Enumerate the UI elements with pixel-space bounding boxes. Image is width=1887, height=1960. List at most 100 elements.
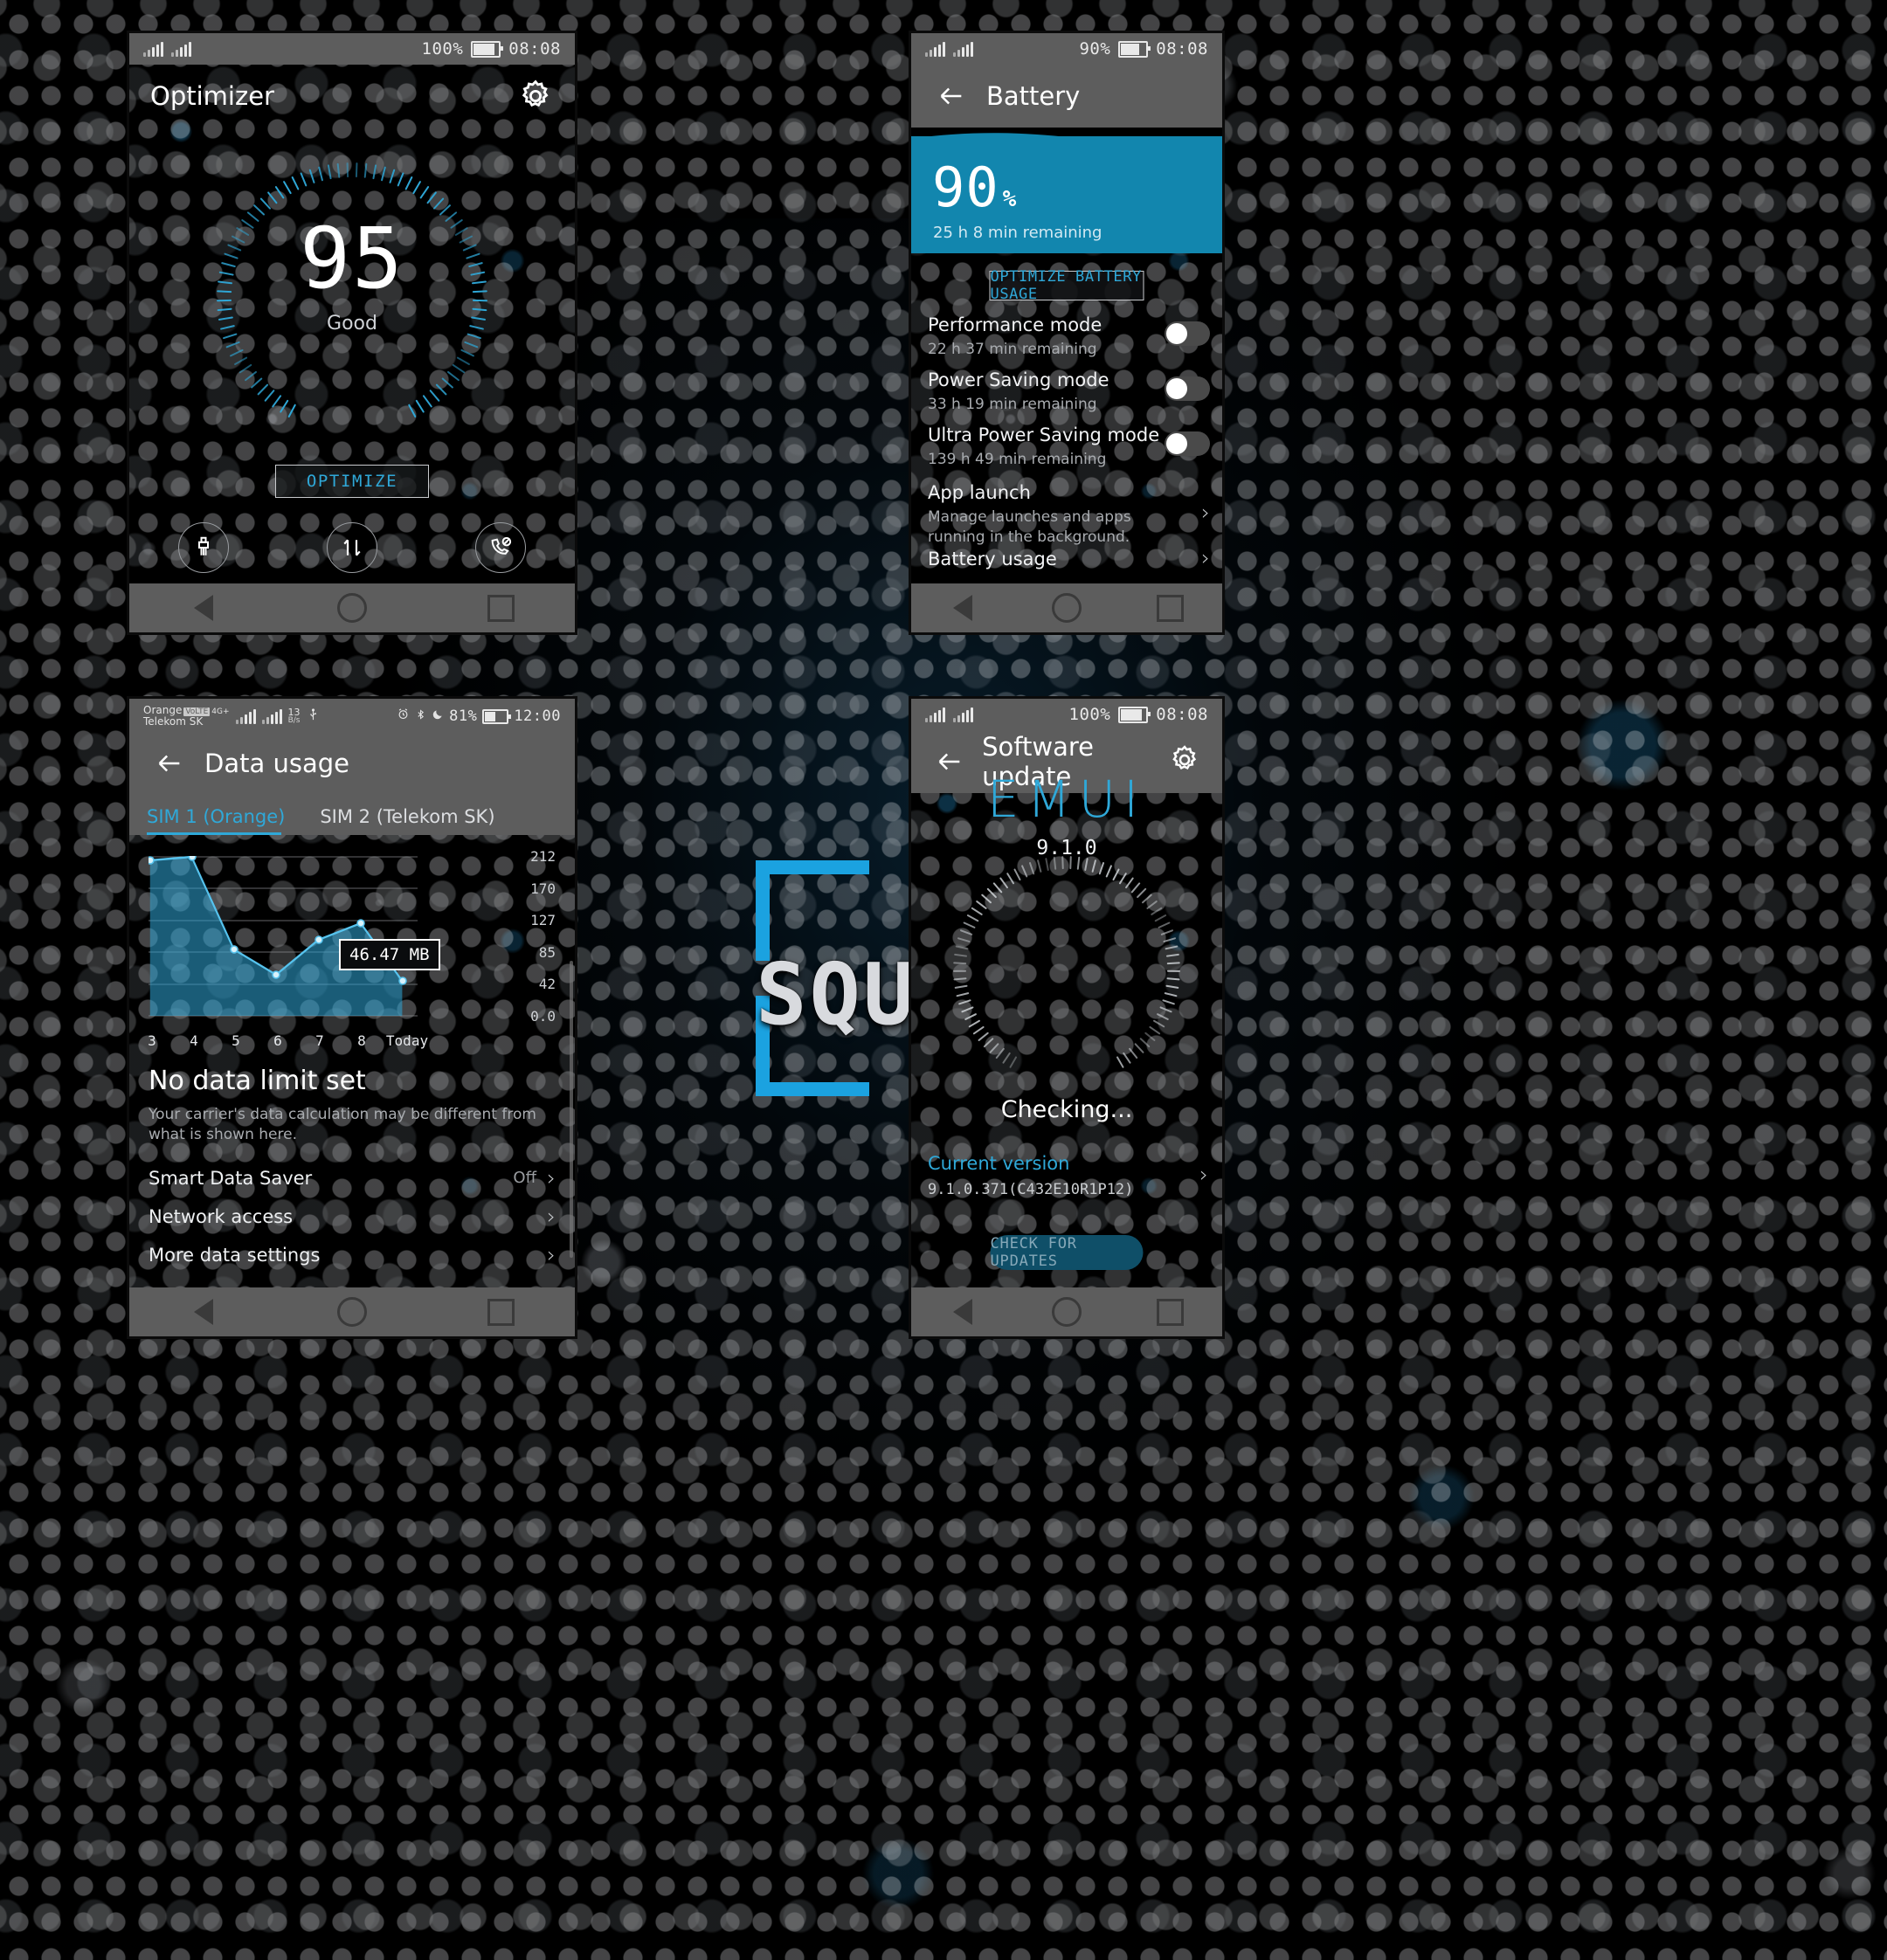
tab-sim-1[interactable]: SIM 1 (Orange) [147,806,301,835]
current-version-value: 9.1.0.371(C432E10R1P12) [928,1181,1134,1198]
row-value: Off [513,1169,536,1187]
home-circle-icon[interactable] [337,1297,367,1327]
navigation-bar [911,583,1222,632]
status-battery-percent: 90% [1079,39,1111,59]
status-clock: 08:08 [508,39,561,59]
no-data-limit-subtext: Your carrier's data calculation may be d… [149,1106,536,1143]
battery-percent-readout: 90% [932,161,1016,215]
recents-square-icon[interactable] [486,1297,515,1327]
chevron-right-icon: › [547,1242,556,1267]
status-clock: 08:08 [1156,705,1208,724]
mode-desc: 33 h 19 min remaining [928,396,1097,413]
vertical-scrollbar[interactable] [570,961,573,1258]
data-transfer-icon [327,522,377,573]
emui-version: 9.1.0 [1036,837,1097,859]
x-tick-4: 7 [315,1032,324,1049]
check-for-updates-button[interactable]: CHECK FOR UPDATES [990,1235,1144,1270]
recents-square-icon[interactable] [1156,593,1185,623]
row-title: More data settings [149,1244,321,1266]
chevron-right-icon: › [547,1165,556,1190]
signal-icon [925,707,945,722]
no-data-limit-headline: No data limit set [149,1066,366,1096]
battery-remaining: 25 h 8 min remaining [933,224,1102,242]
optimizer-body: 95 Good OPTIMIZE Cleanup [129,128,575,604]
no-data-limit-block: No data limit set Your carrier's data ca… [149,1066,556,1145]
battery-app-bar: Battery [911,65,1222,128]
back-triangle-icon[interactable] [948,593,978,623]
status-bar: 100% 08:08 [911,699,1222,730]
signal-icon-2 [953,41,973,57]
data-usage-app-bar: Data usage [129,734,575,793]
row-title: Network access [149,1205,294,1227]
navigation-bar [129,583,575,632]
optimize-battery-usage-button[interactable]: OPTIMIZE BATTERY USAGE [989,268,1144,303]
data-usage-screen: Orange VoLTE 4G+ Telekom SK 13 B/s 81% 1… [129,699,575,1336]
row-app-launch[interactable]: App launch Manage launches and apps runn… [928,482,1210,548]
home-circle-icon[interactable] [337,593,367,623]
row-title: App launch [928,482,1031,503]
battery-mode-power-saving[interactable]: Power Saving mode 33 h 19 min remaining [928,369,1210,415]
power-saving-mode-toggle[interactable] [1165,376,1210,401]
battery-screen: 90% 08:08 Battery 90% 25 h 8 min remaini… [911,33,1222,632]
status-bar: Orange VoLTE 4G+ Telekom SK 13 B/s 81% 1… [129,699,575,734]
row-desc: Manage launches and apps running in the … [928,508,1131,546]
bluetooth-icon [415,707,426,726]
optimizer-score-dial: 95 Good [217,162,487,433]
status-bar: 90% 08:08 [911,33,1222,65]
row-more-data-settings[interactable]: More data settings › [149,1244,556,1266]
emui-logo: EMUI [986,770,1147,829]
carrier-1-name: Orange [143,703,183,716]
recents-square-icon[interactable] [486,593,515,623]
mode-desc: 139 h 49 min remaining [928,451,1107,468]
page-title: Battery [986,81,1081,111]
gear-icon[interactable] [517,78,554,114]
battery-icon [1118,40,1151,58]
back-triangle-icon[interactable] [189,1297,218,1327]
ultra-power-saving-mode-toggle[interactable] [1165,431,1210,456]
navigation-bar [911,1287,1222,1336]
back-triangle-icon[interactable] [189,593,218,623]
phone-blocked-icon [475,522,526,573]
x-tick-6: Today [385,1032,429,1049]
chevron-right-icon: › [1201,500,1210,525]
row-network-access[interactable]: Network access › [149,1205,556,1227]
update-progress-dial [952,856,1181,1083]
battery-level-unit: % [1002,186,1017,212]
data-rate-indicator: 13 B/s [288,707,301,725]
row-title: Smart Data Saver [149,1167,313,1189]
chevron-right-icon: › [1201,545,1210,570]
battery-mode-performance[interactable]: Performance mode 22 h 37 min remaining [928,314,1210,360]
emui-branding: EMUI 9.1.0 [911,774,1222,859]
back-arrow-icon[interactable] [932,77,971,115]
chevron-right-icon: › [547,1204,556,1229]
battery-mode-ultra-power-saving[interactable]: Ultra Power Saving mode 139 h 49 min rem… [928,424,1210,470]
battery-level-hero: 90% 25 h 8 min remaining [911,128,1222,253]
moon-icon [432,707,444,725]
data-rate-unit: B/s [287,716,301,725]
data-usage-chart: 212 170 127 85 42 0.0 3 4 5 6 7 8 Today … [148,848,556,1049]
tab-sim-2[interactable]: SIM 2 (Telekom SK) [320,806,510,835]
score-readout: 95 Good [217,217,487,335]
current-version-row[interactable]: Current version 9.1.0.371(C432E10R1P12) … [928,1153,1208,1198]
signal-icon-2 [953,707,973,722]
optimize-button[interactable]: OPTIMIZE [275,465,429,498]
x-tick-5: 8 [357,1032,366,1049]
signal-icon [143,41,163,57]
recents-square-icon[interactable] [1156,1297,1185,1327]
x-tick-2: 5 [232,1032,240,1049]
signal-icon [235,708,256,724]
battery-icon [482,708,512,724]
back-triangle-icon[interactable] [948,1297,978,1327]
performance-mode-toggle[interactable] [1165,321,1210,346]
row-battery-usage[interactable]: Battery usage › [928,545,1210,570]
home-circle-icon[interactable] [1051,593,1082,623]
y-tick-5: 212 [530,848,556,865]
page-title: Data usage [204,749,349,778]
score-label: Good [327,313,377,335]
back-arrow-icon[interactable] [150,744,189,783]
carrier-names: Orange VoLTE 4G+ Telekom SK [143,705,230,728]
home-circle-icon[interactable] [1051,1297,1082,1327]
score-value: 95 [300,210,404,307]
row-smart-data-saver[interactable]: Smart Data Saver Off › [149,1167,556,1189]
usb-icon [307,707,320,726]
